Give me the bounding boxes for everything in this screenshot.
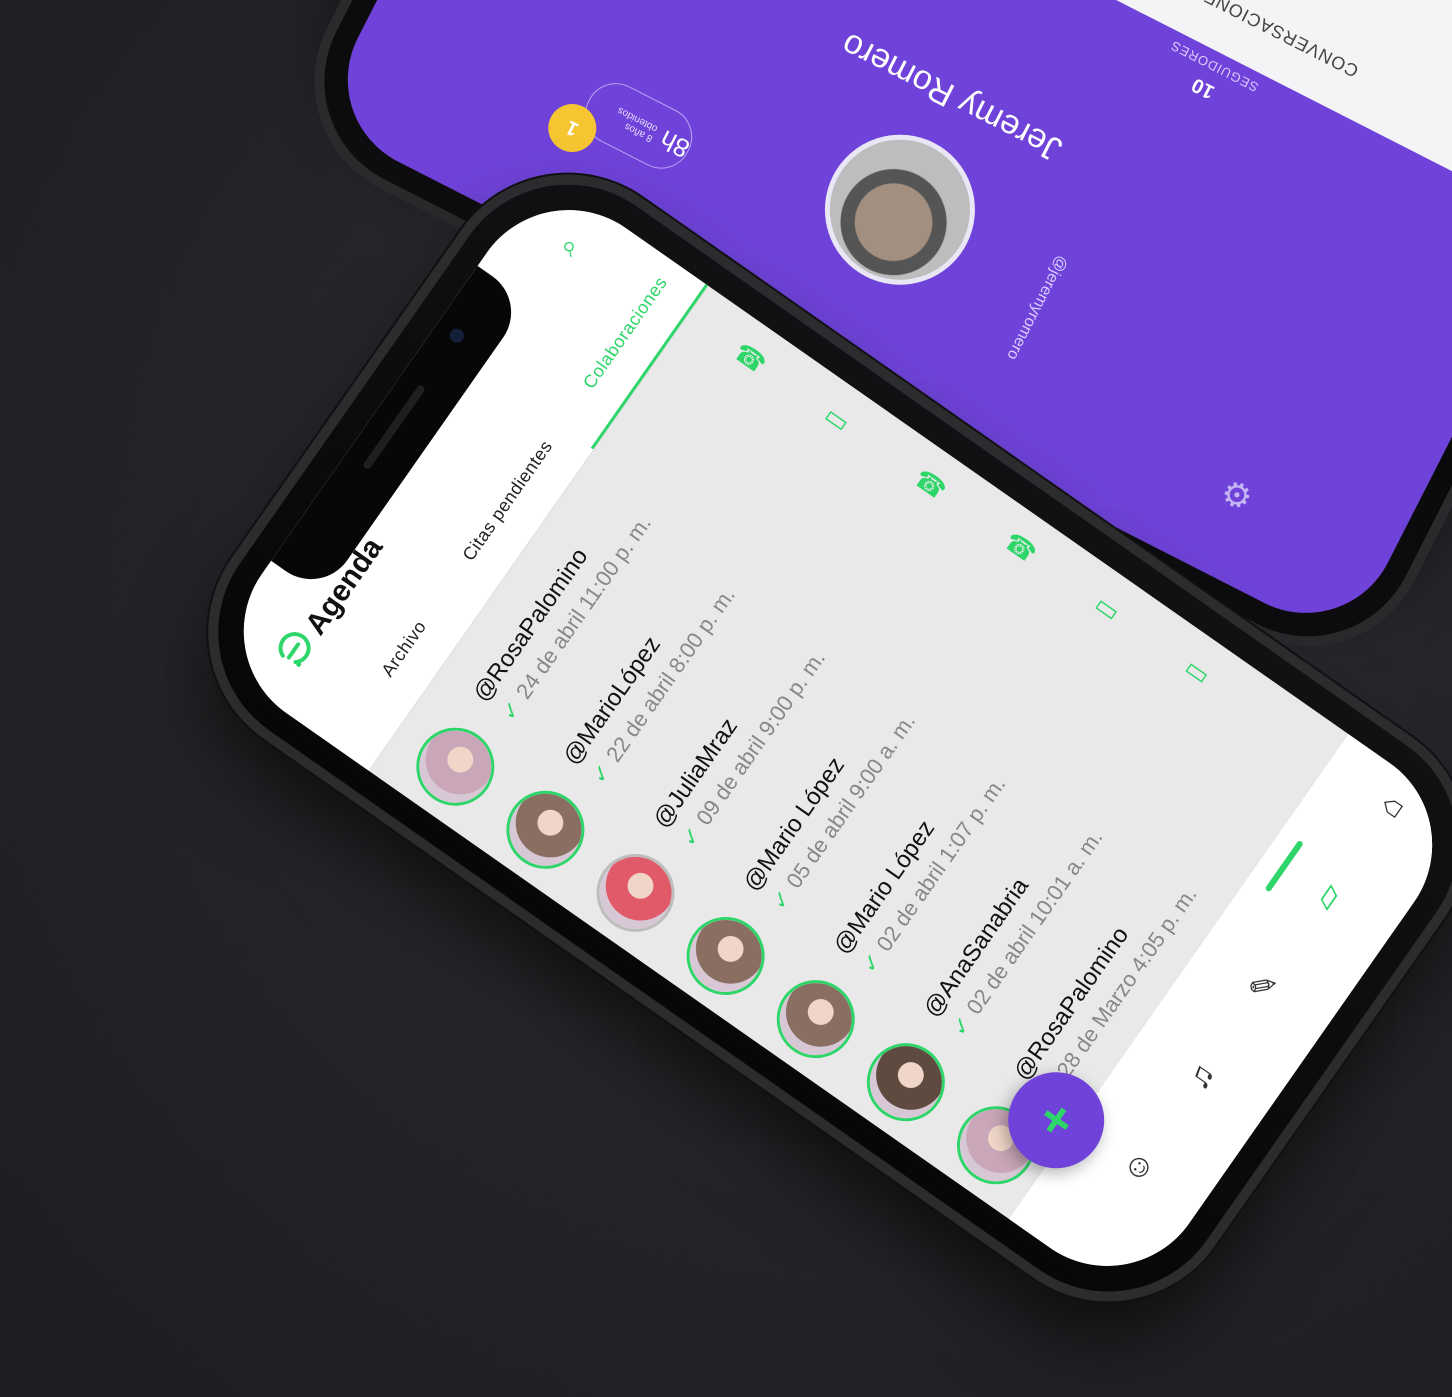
front-camera bbox=[447, 325, 467, 346]
check-icon: ✓ bbox=[675, 821, 707, 852]
avatar-photo bbox=[495, 779, 596, 880]
avatar[interactable] bbox=[401, 712, 510, 822]
pencil-icon[interactable]: ✎ bbox=[1229, 951, 1299, 1021]
video-call-icon[interactable]: ▭ bbox=[1178, 652, 1216, 691]
more-dots-icon[interactable]: ⋯ bbox=[524, 179, 566, 222]
gear-icon[interactable]: ⚙ bbox=[1215, 469, 1260, 518]
profile-handle: @jeremyromero bbox=[1003, 252, 1071, 363]
hours-value: 8h bbox=[654, 124, 695, 165]
people-icon[interactable]: ☺ bbox=[1103, 1131, 1173, 1201]
avatar-photo bbox=[585, 842, 686, 944]
phone-call-icon[interactable]: ☎ bbox=[728, 336, 772, 380]
avatar[interactable] bbox=[491, 775, 600, 885]
video-call-icon[interactable]: ▭ bbox=[1088, 589, 1126, 628]
home-icon[interactable]: ⌂ bbox=[1355, 771, 1425, 841]
agenda-icon[interactable]: ▱ bbox=[1292, 861, 1362, 931]
active-nav-indicator bbox=[1264, 839, 1304, 893]
phone-call-icon[interactable]: ☎ bbox=[908, 463, 953, 507]
video-call-icon[interactable]: ▭ bbox=[818, 399, 856, 438]
avatar-photo bbox=[405, 716, 506, 817]
bell-icon[interactable]: ♫ bbox=[1166, 1041, 1236, 1111]
search-icon[interactable]: ⌕ bbox=[551, 231, 587, 263]
avatar[interactable] bbox=[581, 838, 690, 948]
tab-archivo[interactable]: Archivo bbox=[377, 617, 431, 681]
check-icon: ✓ bbox=[856, 948, 888, 978]
hours-sub: 8 años obtenidos bbox=[615, 104, 660, 144]
avatar[interactable] bbox=[761, 964, 871, 1074]
check-icon: ✓ bbox=[585, 758, 617, 789]
avatar-photo bbox=[765, 968, 866, 1070]
check-icon: ✓ bbox=[495, 695, 527, 726]
avatar-photo bbox=[855, 1032, 957, 1133]
avatar[interactable] bbox=[671, 901, 780, 1011]
phone-call-icon[interactable]: ☎ bbox=[998, 526, 1043, 570]
avatar-photo bbox=[675, 905, 776, 1007]
avatar[interactable] bbox=[851, 1027, 961, 1137]
profile-avatar bbox=[799, 108, 1001, 311]
check-icon: ✓ bbox=[766, 884, 798, 915]
check-icon: ✓ bbox=[946, 1011, 978, 1041]
